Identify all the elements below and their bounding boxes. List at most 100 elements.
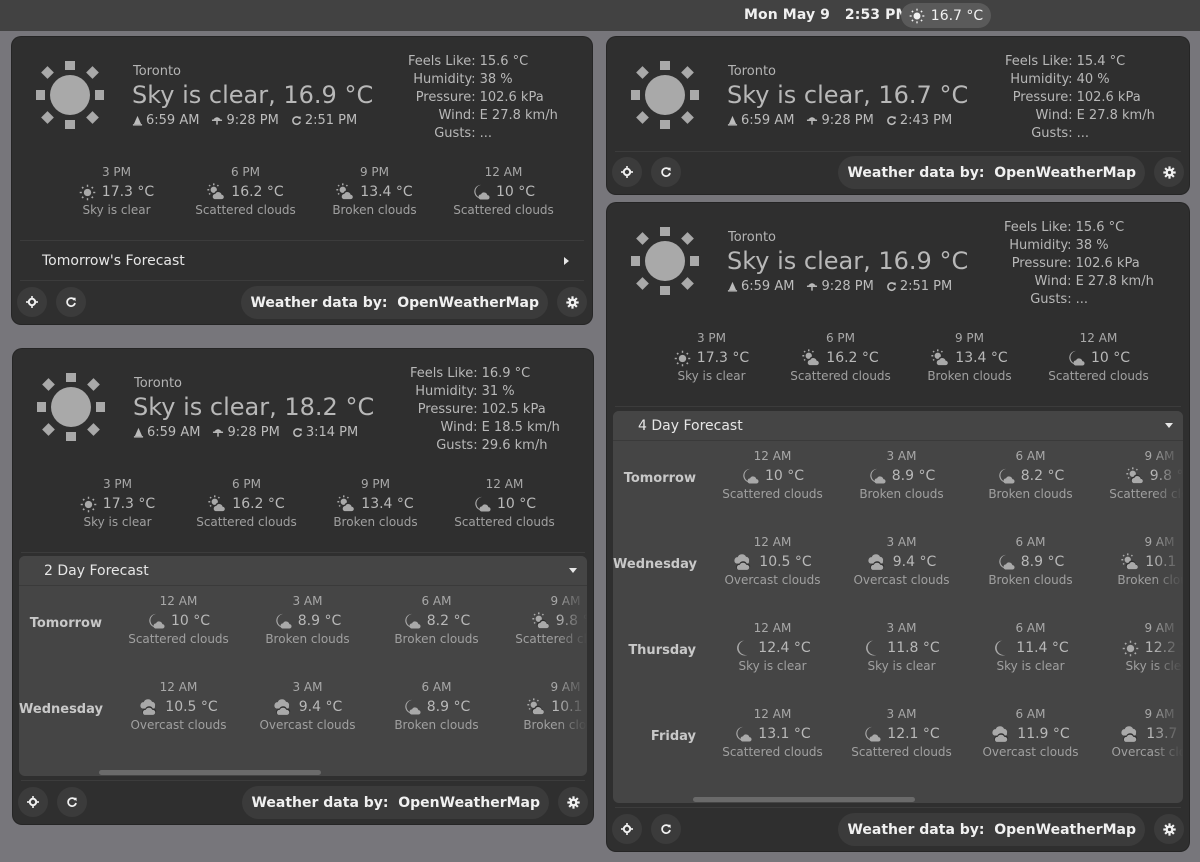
attribution-button[interactable]: Weather data by: OpenWeatherMap — [242, 786, 549, 819]
chevron-down-icon — [569, 568, 577, 573]
hour-temp-row: 13.7 °C — [1095, 723, 1183, 745]
hour-temp-row: 10.1 °C — [1095, 551, 1183, 573]
divider — [20, 280, 584, 281]
hour-forecast: 6 PM 16.2 °C Scattered clouds — [181, 165, 310, 235]
sunrise-time: 6:59 AM — [133, 425, 200, 440]
scrollbar-thumb[interactable] — [99, 770, 321, 775]
hour-time: 9 PM — [360, 477, 391, 491]
crosshair-icon — [621, 823, 633, 835]
hour-temp: 10 °C — [1090, 350, 1131, 366]
hour-temp-row: 12.1 °C — [837, 723, 966, 745]
divider — [21, 780, 585, 781]
current-summary: Sky is clear, 16.9 °C — [727, 247, 969, 275]
forecast-day-row: Wednesday 12 AM 10.5 °C Overcast clouds 3 A… — [19, 680, 587, 760]
refresh-button[interactable] — [651, 157, 681, 187]
horizontal-scrollbar[interactable] — [19, 768, 587, 776]
settings-button[interactable] — [1154, 157, 1184, 187]
hour-time: 9 AM — [1144, 707, 1175, 721]
sunset-value: 9:28 PM — [227, 425, 280, 440]
current-details: Feels Like: 15.6 °C Humidity: 38 % Pressure:… — [1004, 219, 1154, 309]
forecast-expander[interactable]: 2 Day Forecast — [19, 556, 587, 586]
hour-temp: 10 °C — [495, 184, 536, 200]
sun-times: 6:59 AM 9:28 PM 2:43 PM — [727, 113, 952, 128]
hour-temp: 9.4 °C — [298, 699, 343, 715]
locate-button[interactable] — [17, 287, 47, 317]
hour-temp: 8.2 °C — [1020, 468, 1065, 484]
settings-button[interactable] — [558, 787, 588, 817]
moon-cloud-icon — [403, 612, 421, 630]
hour-forecast: 9 AM 10.1 °C Broken clouds — [1095, 535, 1183, 615]
attribution-button[interactable]: Weather data by: OpenWeatherMap — [838, 156, 1145, 189]
refresh-icon — [886, 115, 897, 126]
day-name: Thursday — [628, 643, 696, 658]
settings-button[interactable] — [557, 287, 587, 317]
hour-description: Broken clouds — [1117, 573, 1183, 587]
sun-times: 6:59 AM 9:28 PM 2:51 PM — [132, 113, 357, 128]
sun-cloud-icon — [208, 495, 226, 513]
refresh-button[interactable] — [57, 787, 87, 817]
hour-temp-row: 11.8 °C — [837, 637, 966, 659]
tomorrow-forecast-expander[interactable]: Tomorrow's Forecast — [20, 241, 584, 281]
sunrise-icon — [727, 281, 738, 292]
gear-icon — [1162, 822, 1176, 836]
location-name: Toronto — [133, 64, 181, 79]
refresh-button[interactable] — [651, 814, 681, 844]
top-bar: Mon May 9 2:53 PM 16.7 °C — [0, 0, 1200, 31]
hour-description: Overcast clouds — [259, 718, 356, 732]
hour-description: Broken clouds — [988, 487, 1073, 501]
hour-temp-row: 13.4 °C — [310, 181, 439, 203]
hour-temp-row: 8.2 °C — [966, 465, 1095, 487]
detail-value: 15.6 °C — [479, 54, 529, 69]
hour-description: Broken clouds — [394, 632, 479, 646]
moon-cloud-icon — [868, 467, 886, 485]
hour-forecast: 9 PM 13.4 °C Broken clouds — [310, 165, 439, 235]
detail-value: E 27.8 km/h — [1076, 108, 1155, 123]
cloud-icon — [1120, 725, 1140, 743]
hour-time: 6 AM — [1015, 449, 1046, 463]
hour-forecast: 3 PM 17.3 °C Sky is clear — [52, 165, 181, 235]
detail-label: Gusts: — [436, 438, 478, 453]
sunset-icon — [212, 427, 224, 438]
hour-temp-row: 13.1 °C — [708, 723, 837, 745]
horizontal-scrollbar[interactable] — [613, 795, 1183, 803]
weather-panel: Toronto Sky is clear, 16.9 °C 6:59 AM 9:28 … — [12, 37, 592, 324]
sun-cloud-icon — [1126, 467, 1144, 485]
sunset-icon — [806, 115, 818, 126]
hour-time: 3 AM — [292, 680, 323, 694]
locate-button[interactable] — [18, 787, 48, 817]
hour-temp: 9.4 °C — [892, 554, 937, 570]
hour-forecast: 9 AM 12.2 °C Sky is clear — [1095, 621, 1183, 701]
detail-label: Wind: — [1035, 108, 1073, 123]
attribution-button[interactable]: Weather data by: OpenWeatherMap — [838, 813, 1145, 846]
hour-description: Overcast clouds — [1111, 745, 1183, 759]
current-conditions: Toronto Sky is clear, 18.2 °C 6:59 AM 9:28 … — [13, 349, 593, 459]
forecast-expander[interactable]: 4 Day Forecast — [613, 411, 1183, 441]
hour-description: Scattered clouds — [454, 515, 555, 529]
settings-button[interactable] — [1154, 814, 1184, 844]
scrollbar-thumb[interactable] — [693, 797, 915, 802]
locate-button[interactable] — [612, 814, 642, 844]
weather-panel: Toronto Sky is clear, 16.9 °C 6:59 AM 9:28 … — [607, 203, 1189, 851]
hour-forecast: 12 AM 10.5 °C Overcast clouds — [708, 535, 837, 615]
hour-temp-row: 11.9 °C — [966, 723, 1095, 745]
attribution-button[interactable]: Weather data by: OpenWeatherMap — [241, 286, 548, 319]
moon-cloud-icon — [472, 183, 490, 201]
weather-indicator[interactable]: 16.7 °C — [901, 3, 991, 28]
divider — [21, 552, 585, 553]
sun-icon — [909, 8, 925, 24]
sun-times: 6:59 AM 9:28 PM 3:14 PM — [133, 425, 358, 440]
hour-forecast: 9 AM 9.8 °C Scattered clouds — [501, 594, 587, 674]
moon-cloud-icon — [147, 612, 165, 630]
hour-description: Sky is clear — [738, 659, 807, 673]
detail-label: Wind: — [1034, 274, 1072, 289]
hour-time: 6 AM — [421, 594, 452, 608]
hour-description: Scattered clouds — [128, 632, 229, 646]
locate-button[interactable] — [612, 157, 642, 187]
clock[interactable]: Mon May 9 2:53 PM — [744, 7, 910, 23]
refresh-button[interactable] — [56, 287, 86, 317]
hour-temp-row: 9.4 °C — [243, 696, 372, 718]
hour-forecast: 3 AM 9.4 °C Overcast clouds — [243, 680, 372, 760]
hour-forecast: 9 PM 13.4 °C Broken clouds — [905, 331, 1034, 401]
hour-description: Broken clouds — [927, 369, 1012, 383]
hour-time: 12 AM — [1079, 331, 1118, 345]
